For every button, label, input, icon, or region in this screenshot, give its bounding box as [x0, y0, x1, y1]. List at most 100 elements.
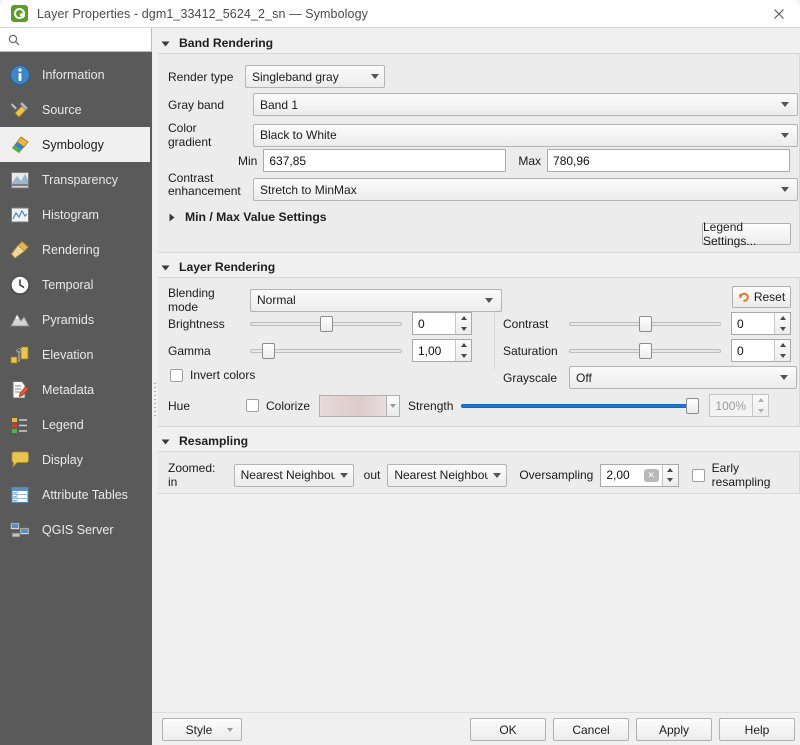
color-gradient-combo[interactable]: Black to White	[253, 124, 798, 147]
legend-settings-button[interactable]: Legend Settings...	[702, 223, 791, 245]
paintbrush-icon	[7, 132, 33, 158]
slider-handle[interactable]	[262, 343, 275, 359]
contrast-enhancement-combo[interactable]: Stretch to MinMax	[253, 178, 798, 201]
early-resampling-checkbox[interactable]	[692, 469, 705, 482]
ok-button[interactable]: OK	[470, 718, 546, 741]
sidebar-item-attribute-tables[interactable]: Attribute Tables	[0, 477, 150, 512]
sidebar-item-elevation[interactable]: Elevation	[0, 337, 150, 372]
column-divider	[494, 306, 495, 370]
spin-up-icon[interactable]	[775, 313, 790, 324]
sidebar-item-legend[interactable]: Legend	[0, 407, 150, 442]
spin-down-icon[interactable]	[775, 324, 790, 335]
spin-up-icon[interactable]	[456, 313, 471, 324]
gray-band-combo[interactable]: Band 1	[253, 93, 798, 116]
sidebar-item-qgis-server[interactable]: QGIS Server	[0, 512, 150, 547]
zoomed-in-combo[interactable]: Nearest Neighbour	[234, 464, 354, 487]
spin-up-icon[interactable]	[753, 395, 768, 406]
grayscale-combo[interactable]: Off	[569, 366, 797, 389]
brightness-slider[interactable]	[250, 315, 402, 333]
resampling-row: Zoomed: in Nearest Neighbour out Nearest…	[168, 461, 799, 489]
gamma-slider[interactable]	[250, 342, 402, 360]
help-button[interactable]: Help	[719, 718, 795, 741]
contrast-spinbox[interactable]: 0	[731, 312, 791, 335]
reset-button[interactable]: Reset	[732, 286, 791, 308]
layer-rendering-header[interactable]: Layer Rendering	[158, 257, 800, 277]
band-rendering-header[interactable]: Band Rendering	[158, 33, 800, 53]
zoomed-out-label: out	[364, 468, 381, 482]
transparency-icon	[7, 167, 33, 193]
slider-handle[interactable]	[686, 398, 699, 414]
zoomed-out-combo[interactable]: Nearest Neighbour	[387, 464, 507, 487]
slider-handle[interactable]	[639, 343, 652, 359]
spin-buttons[interactable]	[774, 340, 790, 361]
blending-mode-value: Normal	[257, 293, 480, 307]
sidebar-search[interactable]	[0, 28, 152, 52]
render-type-combo[interactable]: Singleband gray	[245, 65, 385, 88]
gamma-spinbox[interactable]: 1,00	[412, 339, 472, 362]
gray-band-row: Gray band Band 1	[168, 93, 798, 116]
spin-up-icon[interactable]	[775, 340, 790, 351]
sidebar-item-information[interactable]: Information	[0, 57, 150, 92]
resampling-header[interactable]: Resampling	[158, 431, 800, 451]
colorize-dropdown-icon[interactable]	[387, 395, 400, 417]
style-button[interactable]: Style	[162, 718, 242, 741]
slider-handle[interactable]	[639, 316, 652, 332]
zoomed-in-label: Zoomed: in	[168, 461, 227, 489]
invert-colors-row[interactable]: Invert colors	[170, 368, 255, 382]
sidebar-item-transparency[interactable]: Transparency	[0, 162, 150, 197]
sidebar-item-histogram[interactable]: Histogram	[0, 197, 150, 232]
oversampling-spinbox[interactable]: 2,00 ✕	[600, 464, 678, 487]
contrast-slider[interactable]	[569, 315, 721, 333]
spin-buttons[interactable]	[662, 465, 678, 486]
mountain-icon	[7, 307, 33, 333]
sidebar-item-symbology[interactable]: Symbology	[0, 127, 150, 162]
slider-handle[interactable]	[320, 316, 333, 332]
chevron-down-icon	[160, 262, 171, 273]
min-max-value-settings-header[interactable]: Min / Max Value Settings	[164, 207, 327, 227]
clear-icon[interactable]: ✕	[644, 469, 659, 482]
spin-buttons[interactable]	[774, 313, 790, 334]
chevron-down-icon	[227, 728, 233, 732]
blending-mode-combo[interactable]: Normal	[250, 289, 502, 312]
window-title: Layer Properties - dgm1_33412_5624_2_sn …	[37, 7, 368, 21]
saturation-spinbox[interactable]: 0	[731, 339, 791, 362]
saturation-row: Saturation 0	[503, 339, 791, 362]
search-input[interactable]	[25, 32, 145, 48]
sidebar-item-source[interactable]: Source	[0, 92, 150, 127]
spin-buttons[interactable]	[455, 313, 471, 334]
colorize-checkbox[interactable]	[246, 399, 259, 412]
close-icon[interactable]	[766, 4, 792, 24]
blending-mode-row: Blending mode Normal	[168, 286, 502, 314]
strength-spinbox[interactable]: 100%	[709, 394, 769, 417]
min-input[interactable]: 637,85	[263, 149, 506, 172]
spin-buttons[interactable]	[752, 395, 768, 416]
dialog-footer: Style OK Cancel Apply Help	[152, 712, 800, 745]
sidebar-item-rendering[interactable]: Rendering	[0, 232, 150, 267]
max-input[interactable]: 780,96	[547, 149, 790, 172]
spin-buttons[interactable]	[455, 340, 471, 361]
spin-down-icon[interactable]	[456, 351, 471, 362]
spin-up-icon[interactable]	[663, 465, 678, 476]
sidebar-item-display[interactable]: Display	[0, 442, 150, 477]
contrast-enhancement-value: Stretch to MinMax	[260, 183, 776, 197]
brightness-spinbox[interactable]: 0	[412, 312, 472, 335]
invert-colors-checkbox[interactable]	[170, 369, 183, 382]
cancel-button[interactable]: Cancel	[553, 718, 629, 741]
apply-button[interactable]: Apply	[636, 718, 712, 741]
grayscale-row: Grayscale Off	[503, 366, 797, 389]
sidebar-item-temporal[interactable]: Temporal	[0, 267, 150, 302]
saturation-slider[interactable]	[569, 342, 721, 360]
spin-down-icon[interactable]	[663, 475, 678, 486]
chevron-down-icon	[775, 367, 793, 388]
sidebar-item-pyramids[interactable]: Pyramids	[0, 302, 150, 337]
strength-slider[interactable]	[461, 397, 699, 415]
spin-down-icon[interactable]	[456, 324, 471, 335]
grayscale-label: Grayscale	[503, 371, 565, 385]
spin-down-icon[interactable]	[753, 406, 768, 417]
spin-down-icon[interactable]	[775, 351, 790, 362]
sidebar-item-label: Transparency	[42, 173, 118, 187]
colorize-color-button[interactable]	[319, 395, 387, 417]
spin-up-icon[interactable]	[456, 340, 471, 351]
info-icon	[7, 62, 33, 88]
sidebar-item-metadata[interactable]: Metadata	[0, 372, 150, 407]
